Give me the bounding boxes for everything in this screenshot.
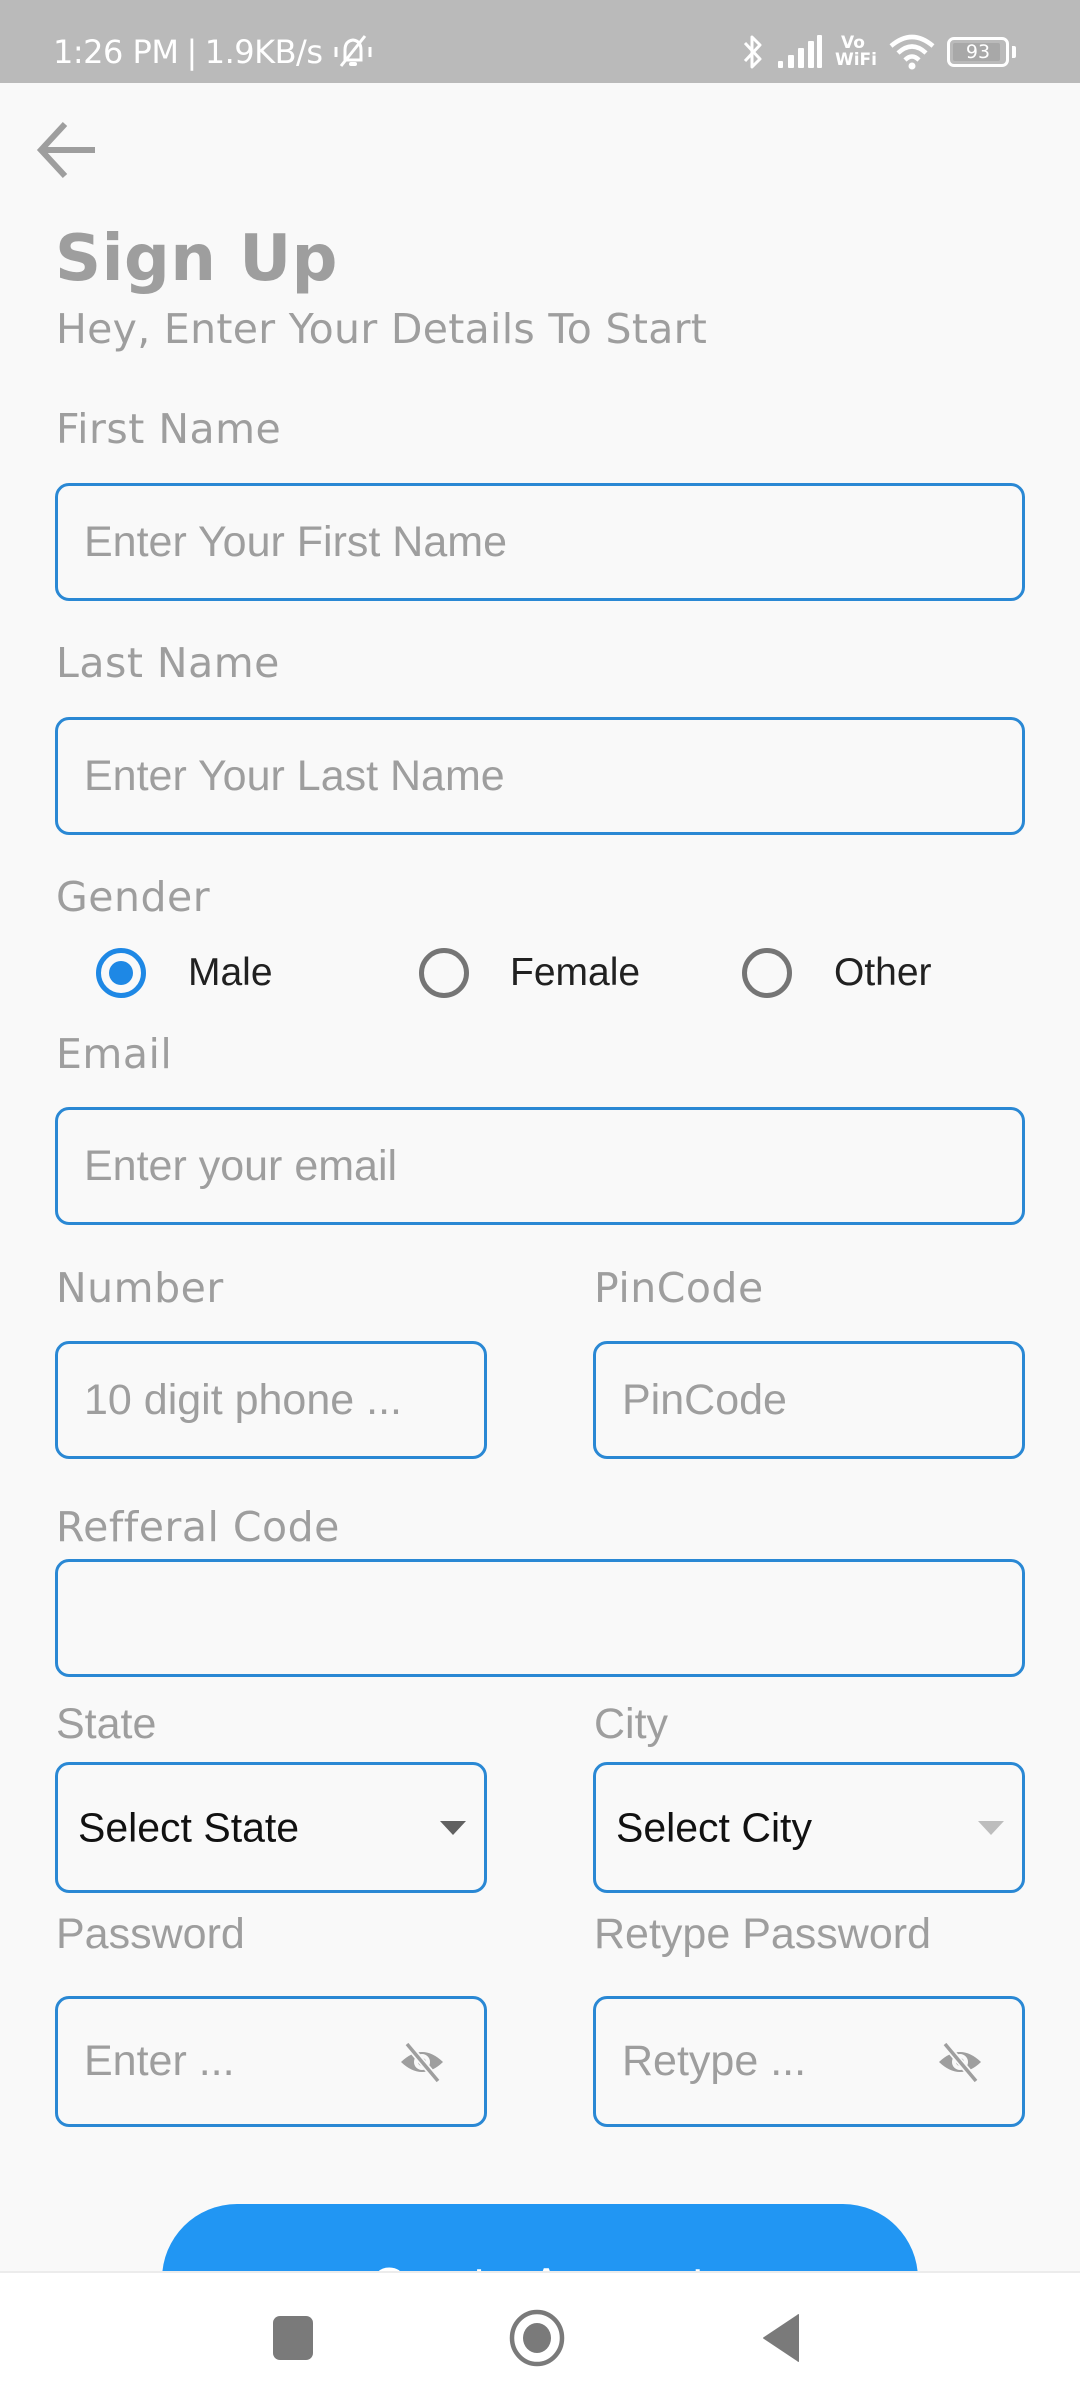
gender-option-female[interactable]: Female bbox=[419, 945, 640, 1001]
number-field[interactable] bbox=[55, 1341, 487, 1459]
state-label: State bbox=[56, 1700, 157, 1748]
last-name-field[interactable] bbox=[55, 717, 1025, 835]
first-name-field[interactable] bbox=[55, 483, 1025, 601]
referral-code-label: Refferal Code bbox=[56, 1503, 340, 1551]
eye-off-icon[interactable] bbox=[934, 2036, 986, 2088]
password-label: Password bbox=[56, 1910, 245, 1958]
number-label: Number bbox=[56, 1264, 224, 1312]
page-subtitle: Hey, Enter Your Details To Start bbox=[56, 305, 708, 353]
first-name-input[interactable] bbox=[58, 486, 1022, 598]
gender-option-other[interactable]: Other bbox=[742, 945, 932, 1001]
nav-recents-button[interactable] bbox=[233, 2273, 353, 2400]
email-field[interactable] bbox=[55, 1107, 1025, 1225]
status-time: 1:26 PM bbox=[53, 33, 179, 71]
pincode-input[interactable] bbox=[596, 1344, 1022, 1456]
retype-password-field[interactable] bbox=[593, 1996, 1025, 2127]
network-speed: 1.9KB/s bbox=[204, 33, 323, 71]
home-icon bbox=[509, 2309, 565, 2366]
page-title: Sign Up bbox=[55, 222, 338, 296]
radio-checked-icon[interactable] bbox=[96, 948, 146, 998]
state-selected-value: Select State bbox=[78, 1804, 300, 1850]
eye-off-icon[interactable] bbox=[396, 2036, 448, 2088]
pincode-field[interactable] bbox=[593, 1341, 1025, 1459]
password-field[interactable] bbox=[55, 1996, 487, 2127]
bell-off-icon bbox=[331, 32, 375, 72]
battery-icon: 93 bbox=[947, 37, 1009, 67]
nav-home-button[interactable] bbox=[477, 2273, 597, 2400]
last-name-label: Last Name bbox=[56, 639, 280, 687]
signal-icon bbox=[777, 35, 823, 69]
status-bar: 1:26 PM | 1.9KB/s Vo WiFi 93 bbox=[0, 0, 1080, 83]
back-button[interactable] bbox=[30, 115, 102, 185]
state-dropdown[interactable]: Select State bbox=[55, 1762, 487, 1893]
dropdown-arrow-icon bbox=[978, 1820, 1004, 1835]
city-selected-value: Select City bbox=[616, 1804, 812, 1850]
radio-unchecked-icon[interactable] bbox=[419, 948, 469, 998]
vowifi-icon: Vo WiFi bbox=[834, 33, 877, 70]
status-right: Vo WiFi 93 bbox=[741, 30, 1016, 74]
arrow-left-icon bbox=[36, 121, 95, 179]
bluetooth-icon bbox=[741, 32, 765, 72]
referral-code-input[interactable] bbox=[58, 1562, 1022, 1674]
back-triangle-icon bbox=[763, 2313, 799, 2362]
city-dropdown[interactable]: Select City bbox=[593, 1762, 1025, 1893]
referral-code-field[interactable] bbox=[55, 1559, 1025, 1677]
battery-level: 93 bbox=[965, 41, 991, 63]
battery-cap bbox=[1012, 46, 1016, 58]
email-label: Email bbox=[56, 1030, 173, 1078]
radio-label: Male bbox=[188, 951, 273, 994]
gender-label: Gender bbox=[56, 873, 211, 921]
recents-icon bbox=[273, 2315, 313, 2360]
city-label: City bbox=[594, 1700, 669, 1748]
radio-unchecked-icon[interactable] bbox=[742, 948, 792, 998]
radio-label: Female bbox=[510, 951, 641, 994]
pincode-label: PinCode bbox=[594, 1264, 764, 1312]
radio-label: Other bbox=[834, 951, 932, 994]
system-nav-bar bbox=[0, 2271, 1080, 2400]
wifi-icon bbox=[889, 34, 935, 70]
status-left: 1:26 PM | 1.9KB/s bbox=[53, 30, 375, 74]
email-input[interactable] bbox=[58, 1110, 1022, 1222]
retype-password-label: Retype Password bbox=[594, 1910, 931, 1958]
nav-back-button[interactable] bbox=[722, 2273, 842, 2400]
number-input[interactable] bbox=[58, 1344, 484, 1456]
gender-option-male[interactable]: Male bbox=[96, 945, 273, 1001]
dropdown-arrow-icon bbox=[440, 1820, 466, 1835]
first-name-label: First Name bbox=[56, 405, 282, 453]
status-separator: | bbox=[186, 33, 197, 71]
last-name-input[interactable] bbox=[58, 720, 1022, 832]
